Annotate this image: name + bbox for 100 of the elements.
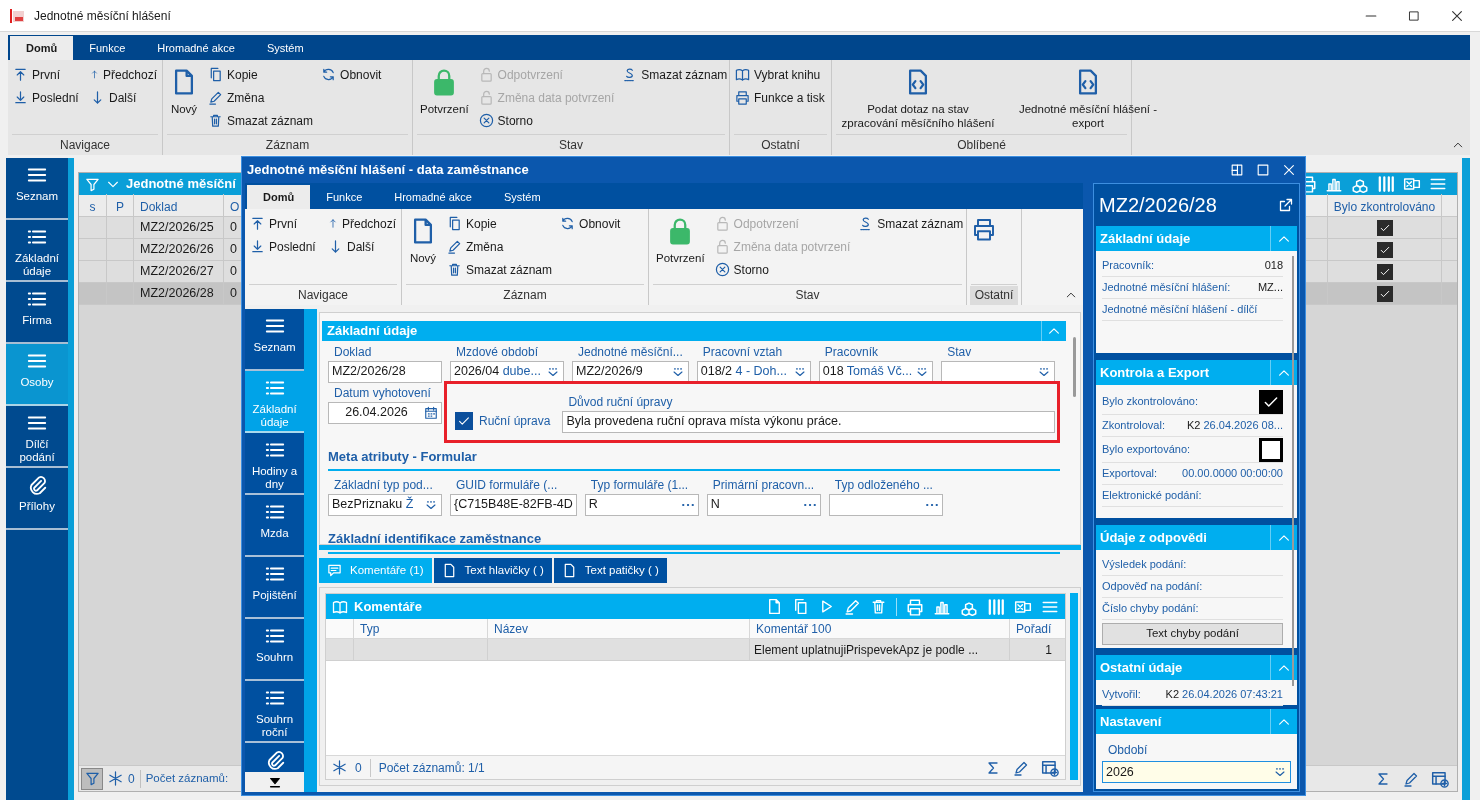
document-icon[interactable] [766, 598, 783, 615]
ribbon-button[interactable]: Podat dotaz na stav zpracování měsíčního hlášení [837, 60, 999, 134]
ribbon-button[interactable]: Další [328, 235, 396, 258]
dropdown-field[interactable]: BezPriznaku Ž [328, 493, 442, 516]
ribbon-button[interactable]: Vybrat knihu [735, 63, 825, 86]
lookup-field[interactable]: R [584, 493, 699, 516]
ribbon-button[interactable]: Kopie [208, 63, 314, 86]
ribbon-tab[interactable]: Hromadné akce [378, 185, 488, 209]
ribbon-tab[interactable]: Domů [247, 185, 311, 209]
column-header: Typ [360, 620, 380, 638]
columns-icon[interactable] [1377, 175, 1395, 193]
input-field[interactable]: {C715B48E-82FB-4D [450, 493, 577, 516]
dropdown-field[interactable]: 018 Tomáš Vč... [818, 360, 934, 383]
dropdown-field[interactable]: 2026 [1102, 761, 1291, 783]
trash-icon[interactable] [870, 598, 887, 615]
ribbon-tab[interactable]: Hromadné akce [141, 36, 251, 60]
text-button[interactable]: Text chyby podání [1102, 623, 1283, 645]
pencil-icon[interactable] [1013, 759, 1029, 776]
date-field[interactable]: 26.04.2026 [328, 401, 442, 424]
pencil-icon [208, 90, 223, 105]
input-field[interactable]: MZ2/2026/28 [328, 360, 442, 383]
ribbon-button[interactable]: Změna [208, 86, 314, 109]
input-field[interactable]: Byla provedena ruční oprava místa výkonu práce. [562, 410, 1055, 433]
table-cell-text: MZ2/2026/27 [140, 263, 214, 281]
ribbon-tab[interactable]: Funkce [310, 185, 379, 209]
column-header: Pořadí [1016, 620, 1052, 638]
ribbon-button[interactable]: Funkce a tisk [735, 86, 825, 109]
scrollbar[interactable] [1292, 256, 1294, 686]
ribbon-button[interactable]: Nový [407, 209, 439, 284]
ribbon-button[interactable]: Nový [168, 60, 200, 134]
close-icon[interactable] [1450, 8, 1464, 23]
ribbon-button[interactable]: Jednotné měsíční hlášení - export [1007, 60, 1169, 134]
ribbon-button[interactable]: Potvrzení [654, 209, 707, 284]
lookup-field[interactable] [828, 493, 943, 516]
dock-icon[interactable] [1230, 163, 1244, 177]
panel-tab[interactable]: Text hlavičky ( ) [433, 558, 552, 583]
ribbon-tab[interactable]: Systém [250, 36, 320, 60]
column-header: s [89, 199, 96, 214]
checkbox[interactable] [1376, 285, 1393, 302]
dropdown-field[interactable] [941, 360, 1056, 383]
ribbon-button[interactable]: Obnovit [321, 63, 382, 86]
ribbon-button[interactable]: Smazat záznam [622, 63, 728, 86]
dropdown-field[interactable]: 2026/04 dube... [450, 360, 564, 383]
pencil-icon[interactable] [844, 598, 861, 615]
ribbon-button[interactable]: Potvrzení [418, 60, 471, 134]
ribbon-button[interactable]: Změna [447, 235, 553, 258]
ribbon-button[interactable]: Smazat záznam [208, 109, 314, 132]
ribbon-button[interactable]: Další [90, 86, 157, 109]
maximize-icon[interactable] [1408, 9, 1420, 22]
field-label: Bylo exportováno: [1102, 442, 1191, 458]
ellipsis-icon [680, 502, 695, 507]
checkbox[interactable] [1259, 437, 1283, 462]
ribbon-button[interactable]: Storno [714, 258, 851, 281]
scroll-down-icon[interactable] [267, 775, 282, 789]
ribbon-tab[interactable]: Funkce [73, 36, 142, 60]
group-label: Záznam [264, 136, 311, 154]
lookup-field[interactable]: N [706, 493, 821, 516]
ribbon-button[interactable]: První [250, 212, 318, 235]
table-cell-text: 0 [230, 263, 237, 281]
checkbox[interactable] [1376, 219, 1393, 236]
dropdown-field[interactable]: 018/2 4 - Doh... [696, 360, 811, 383]
add-table-icon[interactable] [1431, 769, 1449, 788]
column-header: Název [494, 620, 528, 638]
field-label: Odpověď na podání: [1102, 579, 1203, 595]
add-table-icon[interactable] [1041, 758, 1059, 777]
filter-button[interactable] [81, 767, 103, 790]
ribbon-button[interactable]: Obnovit [560, 212, 621, 235]
record-count: 0 [355, 759, 362, 777]
open-padlock-icon [478, 90, 494, 105]
ribbon-button[interactable]: Smazat záznam [447, 258, 553, 281]
snowflake-icon[interactable] [108, 771, 123, 786]
checkbox[interactable] [1376, 263, 1393, 280]
filter-icon[interactable] [85, 176, 100, 192]
dropdown-field[interactable]: MZ2/2026/9 [572, 360, 689, 383]
ribbon-button[interactable]: Předchozí [90, 63, 157, 86]
field-label: Stav [946, 343, 973, 361]
panel-tab[interactable]: Text patičky ( ) [553, 558, 667, 583]
spreadsheet-icon[interactable] [1403, 175, 1421, 193]
ribbon-tab[interactable]: Domů [10, 36, 74, 60]
checkbox[interactable] [1259, 389, 1283, 414]
ribbon-button[interactable]: Poslední [250, 235, 318, 258]
ribbon-tab[interactable]: Systém [487, 185, 557, 209]
external-link-icon[interactable] [1278, 197, 1294, 213]
ribbon-button[interactable]: První [13, 63, 80, 86]
checkbox[interactable] [1376, 241, 1393, 258]
ribbon-button[interactable]: Poslední [13, 86, 80, 109]
ribbon-button[interactable]: Storno [478, 109, 615, 132]
table-cell-text: MZ2/2026/28 [140, 285, 214, 303]
section-title: Kontrola a Export [1100, 363, 1210, 382]
snowflake-icon[interactable] [332, 760, 347, 775]
copy-icon[interactable] [792, 598, 809, 615]
ribbon-button[interactable]: Předchozí [328, 212, 396, 235]
close-icon[interactable] [1282, 163, 1296, 177]
printer-icon[interactable] [972, 217, 996, 241]
checkbox[interactable] [455, 411, 473, 430]
pencil-icon[interactable] [1403, 770, 1419, 787]
columns-icon[interactable] [987, 597, 1005, 616]
panel-title: Komentáře [354, 597, 422, 616]
ribbon-button[interactable]: Kopie [447, 212, 553, 235]
ribbon-button[interactable]: Smazat záznam [858, 212, 964, 235]
